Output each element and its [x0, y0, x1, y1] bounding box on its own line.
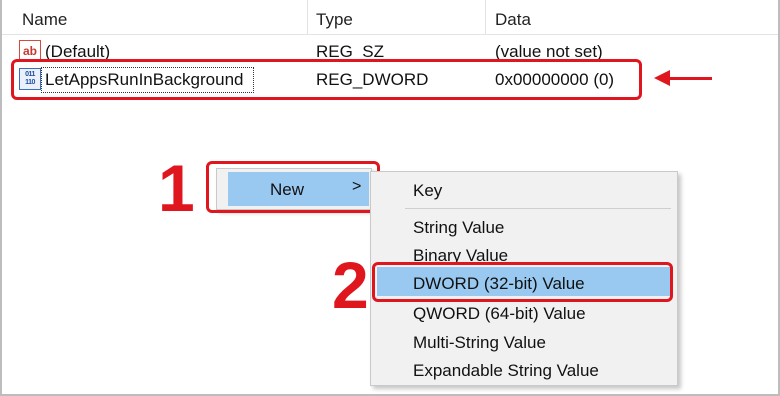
arrow-left-icon — [654, 70, 670, 86]
submenu-item-expandable-string-value[interactable]: Expandable String Value — [413, 361, 599, 381]
column-header-name[interactable]: Name — [22, 10, 67, 30]
submenu-item-string-value[interactable]: String Value — [413, 218, 504, 238]
column-header-type[interactable]: Type — [316, 10, 353, 30]
submenu-item-qword-value[interactable]: QWORD (64-bit) Value — [413, 304, 586, 324]
step-number-1: 1 — [158, 151, 195, 225]
row-highlight-annotation — [11, 59, 642, 100]
submenu-item-key[interactable]: Key — [413, 181, 442, 201]
step-number-2: 2 — [332, 248, 369, 322]
annotation-arrow-line — [668, 77, 712, 80]
column-divider[interactable] — [307, 0, 308, 34]
menu-separator — [405, 208, 671, 209]
column-header-data[interactable]: Data — [495, 10, 531, 30]
submenu-item-multi-string-value[interactable]: Multi-String Value — [413, 333, 546, 353]
column-divider[interactable] — [485, 0, 486, 34]
list-header: Name Type Data — [0, 0, 780, 35]
dword-annotation — [372, 262, 673, 302]
new-menu-annotation — [206, 161, 380, 213]
